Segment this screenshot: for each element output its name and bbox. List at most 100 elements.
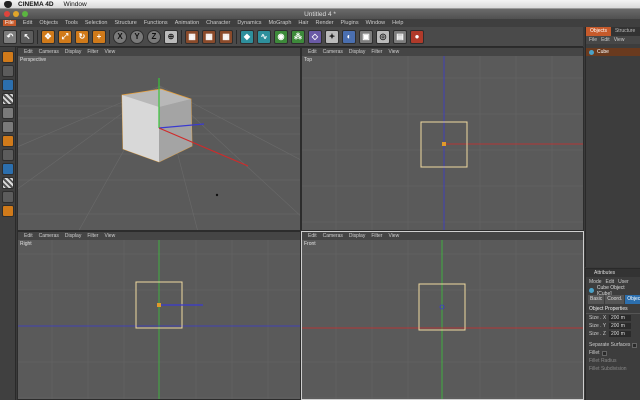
texture-mode-icon[interactable] xyxy=(1,93,14,105)
menu-dynamics[interactable]: Dynamics xyxy=(237,20,261,26)
menu-structure[interactable]: Structure xyxy=(115,20,137,26)
menu-character[interactable]: Character xyxy=(206,20,230,26)
menu-selection[interactable]: Selection xyxy=(85,20,108,26)
objects-menu-view[interactable]: View xyxy=(614,37,625,43)
menu-mograph[interactable]: MoGraph xyxy=(268,20,291,26)
object-mode-icon[interactable] xyxy=(1,79,14,91)
tab-structure[interactable]: Structure xyxy=(611,27,639,36)
undo-icon[interactable]: ↶ xyxy=(3,29,17,44)
size-x-field[interactable]: 200 m xyxy=(609,315,631,321)
minimize-window-icon[interactable] xyxy=(13,11,19,17)
light-icon[interactable]: ◐ xyxy=(342,29,356,44)
edges-mode-icon[interactable] xyxy=(1,121,14,133)
attr-tab-object[interactable]: Object xyxy=(625,295,640,304)
z-axis-icon[interactable]: Z xyxy=(147,29,161,44)
live-select-icon[interactable]: ↖ xyxy=(20,29,34,44)
close-window-icon[interactable] xyxy=(4,11,10,17)
spline-icon[interactable]: ∿ xyxy=(257,29,271,44)
menu-functions[interactable]: Functions xyxy=(144,20,168,26)
size-z-field[interactable]: 200 m xyxy=(609,331,631,337)
viewport-menu-view[interactable]: View xyxy=(388,233,399,239)
scale-icon[interactable]: ⤢ xyxy=(58,29,72,44)
zoom-window-icon[interactable] xyxy=(22,11,28,17)
tag-icon[interactable]: ◎ xyxy=(376,29,390,44)
model-mode-icon[interactable] xyxy=(1,65,14,77)
menu-help[interactable]: Help xyxy=(392,20,403,26)
array-icon[interactable]: ⁂ xyxy=(291,29,305,44)
axis-mode-icon[interactable] xyxy=(1,149,14,161)
viewport-label-right: Right xyxy=(20,241,32,247)
world-coords-icon[interactable]: ⊕ xyxy=(164,29,178,44)
viewport-menu-edit[interactable]: Edit xyxy=(308,49,317,55)
viewport-menu-cameras[interactable]: Cameras xyxy=(39,49,59,55)
menu-file[interactable]: File xyxy=(3,20,16,26)
deformer-icon[interactable]: ◇ xyxy=(308,29,322,44)
layout-icon[interactable]: ▤ xyxy=(393,29,407,44)
mac-menu-window[interactable]: Window xyxy=(64,1,87,8)
viewport-perspective[interactable]: Edit Cameras Display Filter View Perspec… xyxy=(17,47,301,231)
viewport-menu-edit[interactable]: Edit xyxy=(308,233,317,239)
viewport-menu-edit[interactable]: Edit xyxy=(24,49,33,55)
polygons-mode-icon[interactable] xyxy=(1,135,14,147)
viewport-menu-display[interactable]: Display xyxy=(65,49,81,55)
snapping-icon[interactable] xyxy=(1,191,14,203)
menu-animation[interactable]: Animation xyxy=(175,20,199,26)
viewport-menu: Edit Cameras Display Filter View xyxy=(18,232,300,240)
tweak-mode-icon[interactable] xyxy=(1,163,14,175)
viewport-menu-cameras[interactable]: Cameras xyxy=(323,49,343,55)
viewport-menu-view[interactable]: View xyxy=(388,49,399,55)
fillet-checkbox[interactable] xyxy=(601,350,607,356)
viewport-menu-view[interactable]: View xyxy=(104,233,115,239)
viewport-front[interactable]: Edit Cameras Display Filter View Front xyxy=(301,231,584,400)
menu-render[interactable]: Render xyxy=(316,20,334,26)
rotate-icon[interactable]: ↻ xyxy=(75,29,89,44)
points-mode-icon[interactable] xyxy=(1,107,14,119)
viewport-menu: Edit Cameras Display Filter View xyxy=(18,48,300,56)
objects-menu-edit[interactable]: Edit xyxy=(601,37,610,43)
lock-workplane-icon[interactable] xyxy=(1,205,14,217)
viewport-menu-filter[interactable]: Filter xyxy=(87,49,98,55)
tab-objects[interactable]: Objects xyxy=(586,27,611,36)
apple-icon[interactable] xyxy=(4,0,12,8)
viewport-menu-display[interactable]: Display xyxy=(65,233,81,239)
render-view-icon[interactable]: ▦ xyxy=(185,29,199,44)
size-y-field[interactable]: 200 m xyxy=(609,323,631,329)
menu-objects[interactable]: Objects xyxy=(39,20,58,26)
viewport-menu-cameras[interactable]: Cameras xyxy=(323,233,343,239)
workplane-icon[interactable] xyxy=(1,177,14,189)
separate-surfaces-checkbox[interactable] xyxy=(632,342,638,348)
move-tool-icon[interactable]: + xyxy=(92,29,106,44)
camera-icon[interactable]: ▣ xyxy=(359,29,373,44)
objects-menu-file[interactable]: File xyxy=(589,37,597,43)
attr-tab-coord[interactable]: Coord. xyxy=(605,295,625,304)
menu-tools[interactable]: Tools xyxy=(65,20,78,26)
viewport-menu-display[interactable]: Display xyxy=(349,233,365,239)
render-settings-icon[interactable]: ▦ xyxy=(219,29,233,44)
y-axis-icon[interactable]: Y xyxy=(130,29,144,44)
viewport-menu-edit[interactable]: Edit xyxy=(24,233,33,239)
attr-tab-basic[interactable]: Basic xyxy=(588,295,605,304)
viewport-top[interactable]: Edit Cameras Display Filter View Top xyxy=(301,47,584,231)
move-icon[interactable]: ✥ xyxy=(41,29,55,44)
menu-hair[interactable]: Hair xyxy=(298,20,308,26)
viewport-menu-filter[interactable]: Filter xyxy=(371,49,382,55)
x-axis-icon[interactable]: X xyxy=(113,29,127,44)
viewport-menu-display[interactable]: Display xyxy=(349,49,365,55)
cube-primitive-icon[interactable]: ◆ xyxy=(240,29,254,44)
scene-icon[interactable]: ✦ xyxy=(325,29,339,44)
viewport-menu-view[interactable]: View xyxy=(104,49,115,55)
app-name-menu[interactable]: CINEMA 4D xyxy=(18,1,54,8)
menu-plugins[interactable]: Plugins xyxy=(341,20,359,26)
viewport-right[interactable]: Edit Cameras Display Filter View Right xyxy=(17,231,301,400)
viewport-menu-filter[interactable]: Filter xyxy=(371,233,382,239)
menu-window[interactable]: Window xyxy=(366,20,386,26)
record-icon[interactable]: ● xyxy=(410,29,424,44)
render-picture-viewer-icon[interactable]: ▦ xyxy=(202,29,216,44)
make-editable-icon[interactable] xyxy=(1,51,14,63)
nurbs-icon[interactable]: ◉ xyxy=(274,29,288,44)
menu-edit[interactable]: Edit xyxy=(23,20,32,26)
viewport-menu-filter[interactable]: Filter xyxy=(87,233,98,239)
object-axis-point xyxy=(442,142,446,146)
viewport-menu-cameras[interactable]: Cameras xyxy=(39,233,59,239)
object-row-cube[interactable]: Cube xyxy=(586,48,640,56)
